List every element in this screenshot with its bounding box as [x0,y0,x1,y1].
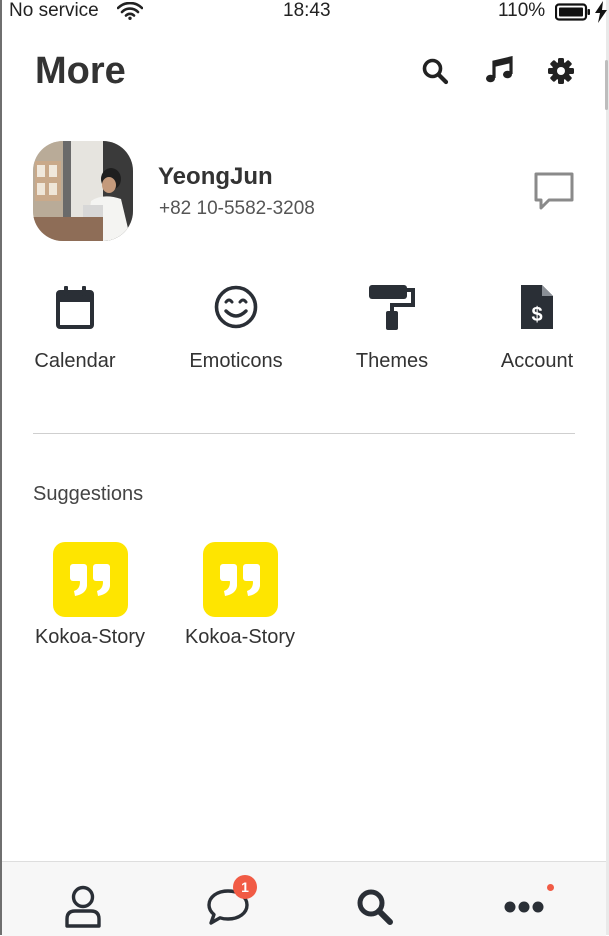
smile-icon [181,282,291,332]
quote-icon [202,542,278,617]
menu-emoticons[interactable]: Emoticons [181,282,291,373]
scrollbar[interactable] [605,60,608,110]
profile-phone: +82 10-5582-3208 [159,198,315,219]
suggestion-label: Kokoa-Story [184,626,296,648]
unread-badge: 1 [233,875,257,899]
svg-text:$: $ [531,304,542,326]
menu-account[interactable]: $ Account [482,282,592,373]
suggestion-item[interactable]: Kokoa-Story [28,542,152,649]
invoice-dollar-icon: $ [482,282,592,332]
profile-name[interactable]: YeongJun [158,163,273,191]
clock: 18:43 [283,0,331,21]
more-dots-icon [504,901,544,913]
music-note-icon[interactable] [484,56,514,86]
calendar-icon [20,282,130,332]
tab-friends[interactable] [58,882,108,932]
tab-more[interactable] [499,882,549,932]
carrier-label: No service [9,0,99,21]
chat-bubble-icon[interactable] [532,170,576,217]
tab-find[interactable] [350,882,400,932]
paint-roller-icon [337,282,447,332]
divider [33,433,575,434]
menu-label: Account [500,350,574,372]
search-icon[interactable] [420,56,450,86]
battery-icon [554,3,591,27]
window-edge [0,0,2,935]
search-icon [357,889,393,925]
notification-dot [547,884,554,891]
suggestions-heading: Suggestions [33,483,144,505]
quote-icon [52,542,128,617]
suggestion-label: Kokoa-Story [34,626,146,648]
avatar[interactable] [33,141,133,241]
suggestion-item[interactable]: Kokoa-Story [178,542,302,649]
status-bar: No service 18:43 110% [0,0,609,26]
wifi-icon [116,1,144,26]
menu-themes[interactable]: Themes [337,282,447,373]
menu-label: Emoticons [189,350,283,372]
battery-percent: 110% [498,0,546,21]
menu-label: Calendar [34,350,116,372]
bottom-nav [2,861,606,936]
page-title: More [35,50,126,92]
charging-icon [594,1,608,29]
gear-icon[interactable] [546,56,576,86]
menu-label: Themes [355,350,429,372]
menu-calendar[interactable]: Calendar [20,282,130,373]
person-icon [65,885,101,928]
